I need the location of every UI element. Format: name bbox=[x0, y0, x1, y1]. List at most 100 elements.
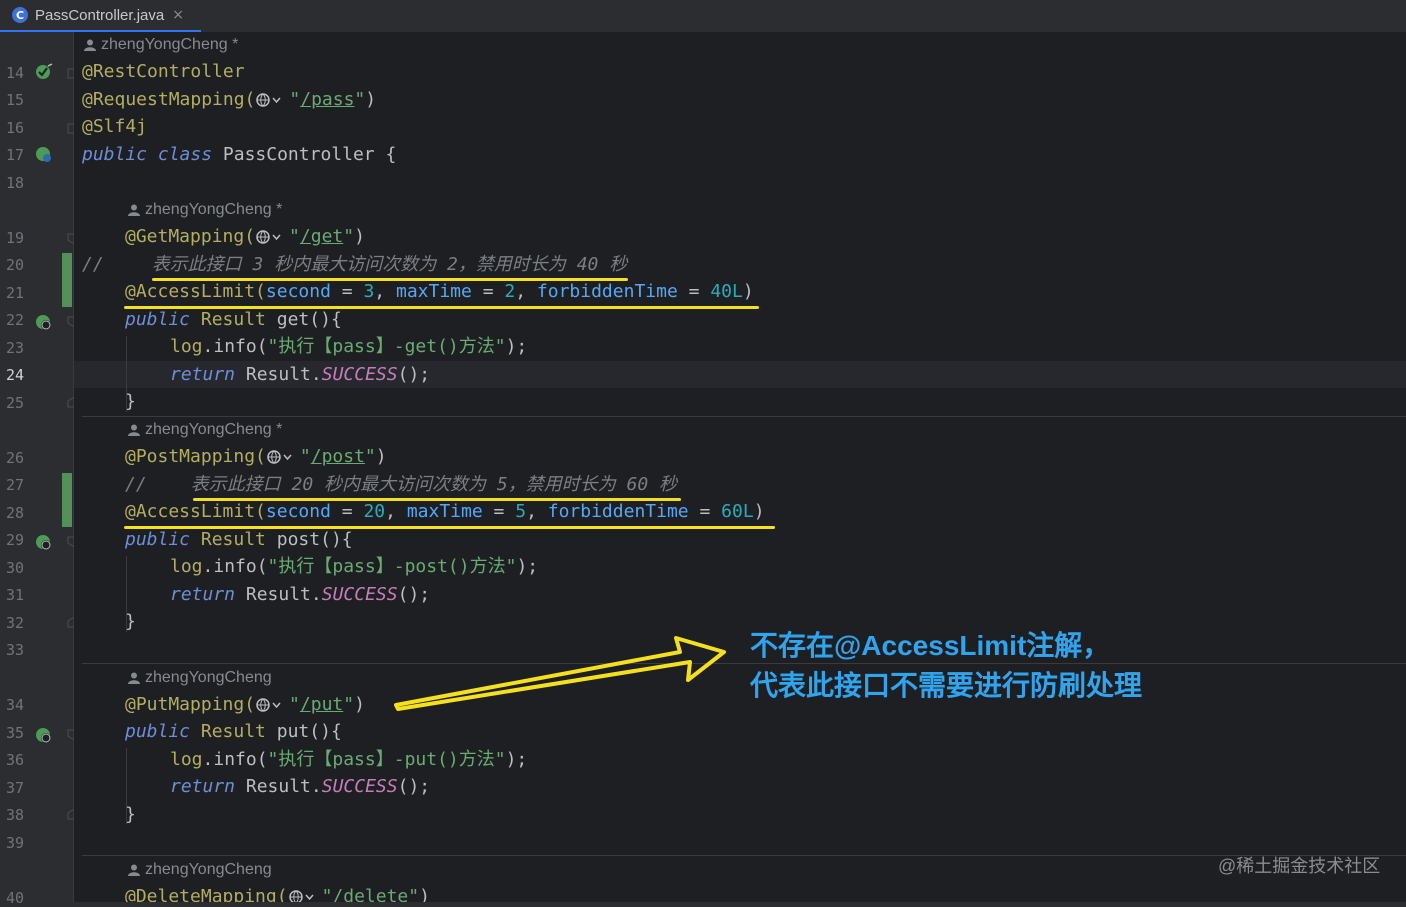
vcs-change-marker[interactable] bbox=[62, 473, 72, 527]
author-hint[interactable]: zhengYongCheng bbox=[128, 858, 272, 882]
author-name: zhengYongCheng bbox=[145, 861, 272, 878]
line-number: 37 bbox=[6, 779, 25, 797]
string-literal: "执行【pass】-put()方法" bbox=[267, 749, 506, 770]
annotation: @Slf4j bbox=[82, 116, 148, 137]
spring-bean-icon[interactable] bbox=[35, 63, 53, 81]
url-link[interactable]: /delete bbox=[332, 886, 408, 902]
annotation-note-line2: 代表此接口不需要进行防刷处理 bbox=[750, 670, 1143, 701]
vcs-change-marker[interactable] bbox=[62, 253, 72, 307]
globe-chevron-icon[interactable] bbox=[288, 888, 322, 902]
code-line: @PostMapping("/post") bbox=[125, 446, 387, 467]
annotation: @AccessLimit( bbox=[125, 501, 266, 522]
identifier: log bbox=[170, 556, 203, 577]
code-line: @RestController bbox=[82, 59, 245, 85]
type-name: Result bbox=[245, 584, 311, 605]
user-icon bbox=[84, 39, 96, 51]
line-number: 23 bbox=[6, 339, 25, 357]
type-name: Result bbox=[200, 721, 266, 742]
method-call: .info( bbox=[202, 336, 268, 357]
comment-line: // 表示此接口 3 秒内最大访问次数为 2，禁用时长为 40 秒 bbox=[82, 252, 627, 278]
operator: = bbox=[482, 281, 494, 302]
method-name: post bbox=[276, 529, 321, 550]
line-number: 28 bbox=[6, 504, 25, 522]
param-name: second bbox=[265, 281, 331, 302]
author-hint[interactable]: zhengYongCheng * bbox=[84, 33, 238, 57]
number: 60L bbox=[721, 501, 754, 522]
globe-chevron-icon[interactable] bbox=[266, 448, 300, 466]
number: 5 bbox=[515, 501, 527, 522]
method-separator bbox=[82, 663, 1406, 664]
code-line: } bbox=[125, 391, 136, 412]
code-line: @GetMapping("/get") bbox=[125, 226, 365, 247]
url-link[interactable]: /put bbox=[300, 694, 343, 715]
string-literal: "执行【pass】-get()方法" bbox=[267, 336, 506, 357]
annotation-note-line1: 不存在@AccessLimit注解， bbox=[750, 630, 1111, 661]
annotation: @PutMapping( bbox=[125, 694, 256, 715]
watermark: @稀土掘金技术社区 bbox=[1218, 856, 1381, 876]
user-icon bbox=[128, 864, 140, 876]
user-icon bbox=[128, 424, 140, 436]
code-line: @PutMapping("/put") bbox=[125, 694, 365, 715]
param-name: second bbox=[265, 501, 331, 522]
endpoint-globe-icon[interactable] bbox=[35, 726, 53, 744]
code-line: log.info("执行【pass】-post()方法"); bbox=[170, 556, 539, 577]
author-name: zhengYongCheng * bbox=[145, 421, 283, 438]
line-number: 16 bbox=[6, 119, 25, 137]
identifier: log bbox=[170, 749, 203, 770]
line-number: 17 bbox=[6, 146, 25, 164]
line-number: 35 bbox=[6, 724, 25, 742]
url-link[interactable]: /post bbox=[311, 446, 365, 467]
line-number: 38 bbox=[6, 806, 25, 824]
class-name: PassController { bbox=[222, 144, 397, 165]
line-number: 22 bbox=[6, 311, 25, 329]
line-number: 40 bbox=[6, 889, 25, 907]
operator: = bbox=[699, 501, 711, 522]
author-hint[interactable]: zhengYongCheng * bbox=[128, 418, 282, 442]
globe-chevron-icon[interactable] bbox=[255, 91, 289, 109]
type-name: Result bbox=[200, 529, 266, 550]
param-name: maxTime bbox=[395, 281, 472, 302]
keyword: class bbox=[157, 144, 213, 165]
line-number: 15 bbox=[6, 91, 25, 109]
keyword: public bbox=[125, 529, 191, 550]
code-line: @RequestMapping("/pass") bbox=[82, 89, 377, 110]
code-line: } bbox=[125, 804, 136, 825]
line-number: 26 bbox=[6, 449, 25, 467]
type-name: Result bbox=[200, 309, 266, 330]
endpoint-globe-icon[interactable] bbox=[35, 533, 53, 551]
method-name: get bbox=[276, 309, 310, 330]
spring-bean-icon[interactable] bbox=[35, 145, 53, 163]
keyword: public bbox=[82, 144, 148, 165]
user-icon bbox=[128, 672, 140, 684]
code-editor[interactable]: zhengYongCheng * zhengYongCheng * zhengY… bbox=[74, 32, 1406, 902]
method-call: .info( bbox=[202, 556, 268, 577]
keyword: return bbox=[170, 776, 236, 797]
globe-chevron-icon[interactable] bbox=[255, 228, 289, 246]
code-line: return Result.SUCCESS(); bbox=[170, 776, 431, 797]
tab-passcontroller[interactable]: C PassController.java × bbox=[0, 0, 201, 32]
author-hint[interactable]: zhengYongCheng * bbox=[128, 198, 282, 222]
keyword: return bbox=[170, 584, 236, 605]
url-link[interactable]: /pass bbox=[300, 89, 354, 110]
param-name: forbiddenTime bbox=[536, 281, 678, 302]
annotation: @RequestMapping( bbox=[82, 89, 256, 110]
url-link[interactable]: /get bbox=[300, 226, 343, 247]
code-line: public Result post(){ bbox=[125, 529, 353, 550]
line-number: 36 bbox=[6, 751, 25, 769]
author-hint[interactable]: zhengYongCheng bbox=[128, 666, 272, 690]
annotation: @AccessLimit( bbox=[125, 281, 266, 302]
code-line: return Result.SUCCESS(); bbox=[170, 364, 431, 385]
close-icon[interactable]: × bbox=[172, 7, 184, 23]
code-line: log.info("执行【pass】-put()方法"); bbox=[170, 749, 528, 770]
comment-text: 表示此接口 3 秒内最大访问次数为 2，禁用时长为 40 秒 bbox=[151, 254, 628, 275]
globe-chevron-icon[interactable] bbox=[255, 696, 289, 714]
highlight-underline bbox=[193, 498, 681, 501]
tab-label: PassController.java bbox=[35, 6, 165, 24]
number: 20 bbox=[363, 501, 386, 522]
method-name: put bbox=[276, 721, 310, 742]
line-number-gutter[interactable]: 14 15 16 17 18 19 20 21 22 23 24 25 26 2… bbox=[0, 32, 78, 907]
static-field: SUCCESS bbox=[321, 584, 398, 605]
annotation: @GetMapping( bbox=[125, 226, 256, 247]
endpoint-globe-icon[interactable] bbox=[35, 313, 53, 331]
keyword: public bbox=[125, 309, 191, 330]
